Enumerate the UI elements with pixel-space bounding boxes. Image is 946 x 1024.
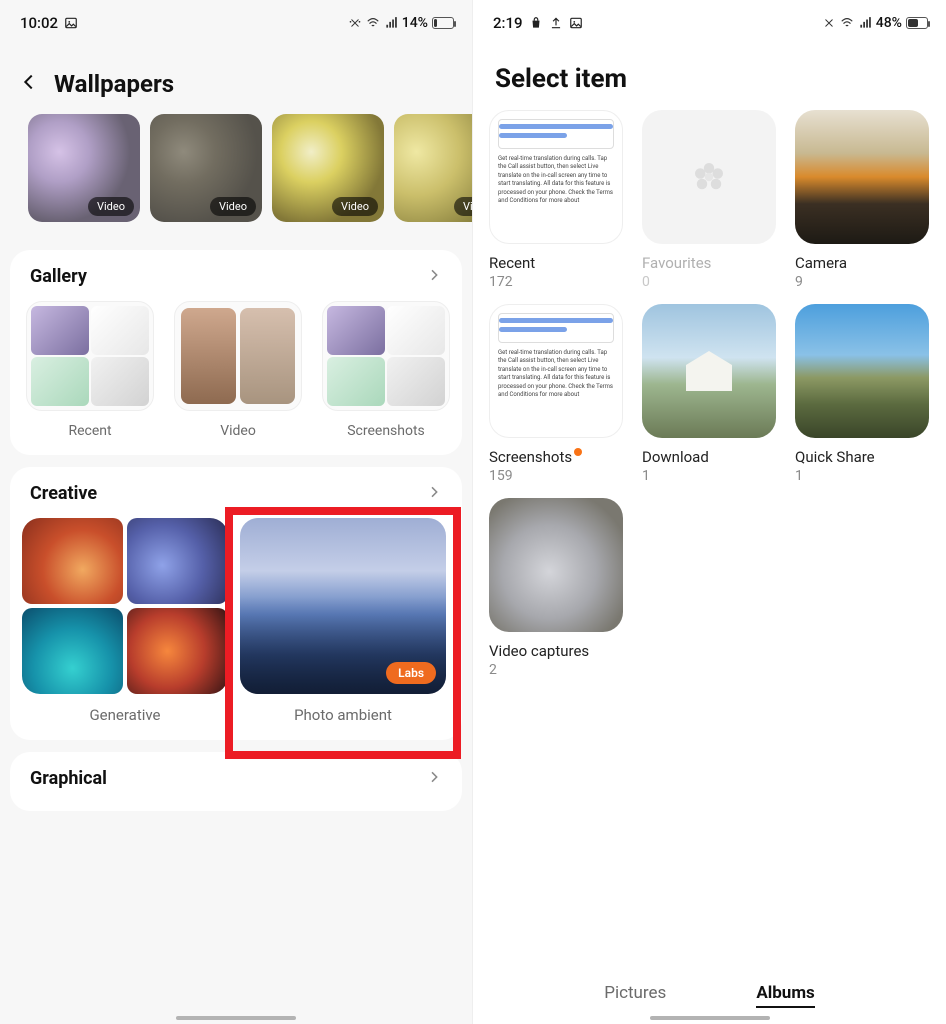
album-name: Camera xyxy=(795,254,929,272)
album-name: Video captures xyxy=(489,642,623,660)
tab-albums[interactable]: Albums xyxy=(756,983,814,1008)
album-name: Quick Share xyxy=(795,448,929,466)
album-count: 159 xyxy=(489,468,623,484)
album-name: Recent xyxy=(489,254,623,272)
header: Select item xyxy=(473,40,946,106)
creative-label: Generative xyxy=(22,706,228,724)
labs-badge: Labs xyxy=(386,662,436,684)
page-title: Wallpapers xyxy=(54,70,174,98)
back-button[interactable] xyxy=(18,71,40,97)
gallery-more-button[interactable] xyxy=(426,267,442,287)
bag-icon xyxy=(529,16,543,30)
page-title: Select item xyxy=(495,64,928,94)
creative-title: Creative xyxy=(30,483,97,504)
gallery-item-screenshots[interactable]: Screenshots xyxy=(322,301,450,439)
video-badge: Video xyxy=(332,197,378,216)
video-badge: Video xyxy=(88,197,134,216)
gallery-item-label: Recent xyxy=(26,423,154,439)
video-badge: Video xyxy=(210,197,256,216)
album-video-captures[interactable]: Video captures 2 xyxy=(489,498,623,678)
album-count: 2 xyxy=(489,662,623,678)
video-badge: Video xyxy=(454,197,472,216)
album-name: Screenshots xyxy=(489,448,623,466)
upload-icon xyxy=(549,16,563,30)
home-indicator[interactable] xyxy=(176,1016,296,1020)
home-indicator[interactable] xyxy=(650,1016,770,1020)
album-name: Download xyxy=(642,448,776,466)
signal-icon xyxy=(858,16,872,30)
image-icon xyxy=(569,16,583,30)
tab-pictures[interactable]: Pictures xyxy=(604,983,666,1008)
battery-icon xyxy=(906,17,928,29)
status-bar-left: 10:02 14% xyxy=(0,0,472,40)
creative-photo-ambient[interactable]: Labs Photo ambient xyxy=(240,518,446,724)
status-battery-text: 14% xyxy=(402,15,428,31)
status-time: 2:19 xyxy=(493,14,523,32)
vibrate-icon xyxy=(348,16,362,30)
featured-video-strip[interactable]: Video Video Video Video xyxy=(0,114,472,240)
album-count: 9 xyxy=(795,274,929,290)
gallery-section: Gallery Recent Video Screenshots xyxy=(10,250,462,455)
album-favourites[interactable]: Favourites 0 xyxy=(642,110,776,290)
album-name: Favourites xyxy=(642,254,776,272)
gallery-item-recent[interactable]: Recent xyxy=(26,301,154,439)
album-grid: Get real-time translation during calls. … xyxy=(473,106,946,682)
album-download[interactable]: Download 1 xyxy=(642,304,776,484)
album-count: 172 xyxy=(489,274,623,290)
creative-section: Creative Generative Labs Photo ambient xyxy=(10,467,462,740)
select-item-screen: 2:19 48% Select item Get real-time trans… xyxy=(473,0,946,1024)
gallery-item-label: Screenshots xyxy=(322,423,450,439)
gallery-item-video[interactable]: Video xyxy=(174,301,302,439)
creative-label: Photo ambient xyxy=(240,706,446,724)
album-quick-share[interactable]: Quick Share 1 xyxy=(795,304,929,484)
signal-icon xyxy=(384,16,398,30)
status-bar-right: 2:19 48% xyxy=(473,0,946,40)
creative-more-button[interactable] xyxy=(426,484,442,504)
album-screenshots[interactable]: Get real-time translation during calls. … xyxy=(489,304,623,484)
video-wallpaper-card[interactable]: Video xyxy=(272,114,384,222)
flower-icon xyxy=(642,110,776,244)
video-wallpaper-card[interactable]: Video xyxy=(28,114,140,222)
gallery-item-label: Video xyxy=(174,423,302,439)
video-wallpaper-card[interactable]: Video xyxy=(394,114,472,222)
graphical-title: Graphical xyxy=(30,768,107,789)
header: Wallpapers xyxy=(0,40,472,114)
image-icon xyxy=(64,16,78,30)
album-count: 1 xyxy=(642,468,776,484)
wifi-icon xyxy=(840,16,854,30)
wifi-icon xyxy=(366,16,380,30)
vibrate-icon xyxy=(822,16,836,30)
wallpapers-screen: 10:02 14% Wallpapers Video Video Video V… xyxy=(0,0,473,1024)
creative-generative[interactable]: Generative xyxy=(22,518,228,724)
album-count: 0 xyxy=(642,274,776,290)
album-count: 1 xyxy=(795,468,929,484)
album-camera[interactable]: Camera 9 xyxy=(795,110,929,290)
gallery-title: Gallery xyxy=(30,266,87,287)
battery-icon xyxy=(432,17,454,29)
bottom-tabs: Pictures Albums xyxy=(473,983,946,1008)
album-recent[interactable]: Get real-time translation during calls. … xyxy=(489,110,623,290)
new-dot-icon xyxy=(574,448,582,456)
graphical-section: Graphical xyxy=(10,752,462,811)
status-battery-text: 48% xyxy=(876,15,902,31)
graphical-more-button[interactable] xyxy=(426,769,442,789)
video-wallpaper-card[interactable]: Video xyxy=(150,114,262,222)
status-time: 10:02 xyxy=(20,14,58,32)
